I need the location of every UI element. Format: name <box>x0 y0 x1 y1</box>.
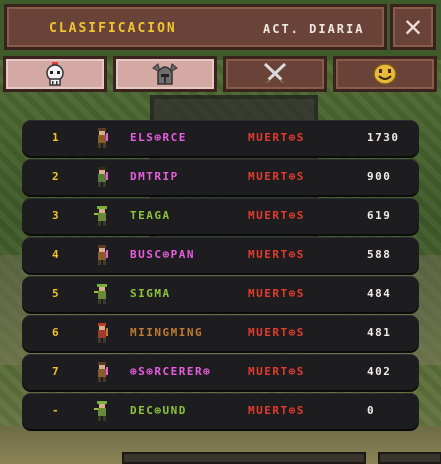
player-name: BUSC⊕PAN <box>130 248 195 261</box>
player-avatar-icon <box>98 167 108 187</box>
tab-kills[interactable] <box>3 56 107 92</box>
hud-bar-right <box>378 452 441 464</box>
player-status: MUERT⊕S <box>248 326 305 339</box>
horned-helmet-icon <box>152 63 178 85</box>
leaderboard-row[interactable]: 5 SIGMA MUERT⊕S 484 <box>22 276 419 312</box>
close-button[interactable]: ✕ <box>390 4 436 50</box>
rank-number: 1 <box>52 131 61 144</box>
player-avatar-icon <box>94 401 107 421</box>
tab-social[interactable] <box>333 56 437 92</box>
player-score: 588 <box>367 248 392 261</box>
player-status: MUERT⊕S <box>248 209 305 222</box>
player-status: MUERT⊕S <box>248 287 305 300</box>
player-score: 0 <box>367 404 376 417</box>
player-status: MUERT⊕S <box>248 248 305 261</box>
player-name: ⊕S⊕RCERER⊕ <box>130 365 212 378</box>
player-score: 619 <box>367 209 392 222</box>
smiley-face-icon <box>373 63 397 85</box>
leaderboard-row[interactable]: 7 ⊕S⊕RCERER⊕ MUERT⊕S 402 <box>22 354 419 390</box>
rank-number: 5 <box>52 287 61 300</box>
player-score: 481 <box>367 326 392 339</box>
rank-number: 3 <box>52 209 61 222</box>
rank-number: 4 <box>52 248 61 261</box>
leaderboard-title: CLASIFICACION <box>49 21 177 36</box>
player-name: ELS⊕RCE <box>130 131 187 144</box>
leaderboard-row[interactable]: 6 MIINGMING MUERT⊕S 481 <box>22 315 419 351</box>
leaderboard-row[interactable]: 2 DMTRIP MUERT⊕S 900 <box>22 159 419 195</box>
crossed-swords-icon <box>263 62 287 85</box>
hud-bar-left <box>122 452 366 464</box>
player-name: MIINGMING <box>130 326 204 339</box>
rank-number: - <box>52 404 61 417</box>
leaderboard-period: ACT. DIARIA <box>263 22 365 36</box>
player-score: 900 <box>367 170 392 183</box>
leaderboard-row-self[interactable]: - DEC⊕UND MUERT⊕S 0 <box>22 393 419 429</box>
player-score: 484 <box>367 287 392 300</box>
leaderboard-row[interactable]: 1 ELS⊕RCE MUERT⊕S 1730 <box>22 120 419 156</box>
rank-number: 2 <box>52 170 61 183</box>
player-avatar-icon <box>94 284 107 304</box>
leaderboard-header: CLASIFICACION ACT. DIARIA <box>4 4 387 50</box>
rank-number: 6 <box>52 326 61 339</box>
player-status: MUERT⊕S <box>248 131 305 144</box>
player-name: DMTRIP <box>130 170 179 183</box>
player-status: MUERT⊕S <box>248 404 305 417</box>
skull-icon <box>46 62 64 86</box>
player-score: 402 <box>367 365 392 378</box>
leaderboard-row[interactable]: 4 BUSC⊕PAN MUERT⊕S 588 <box>22 237 419 273</box>
close-icon: ✕ <box>403 9 423 44</box>
rank-number: 7 <box>52 365 61 378</box>
player-score: 1730 <box>367 131 400 144</box>
player-name: DEC⊕UND <box>130 404 187 417</box>
player-status: MUERT⊕S <box>248 365 305 378</box>
leaderboard-row[interactable]: 3 TEAGA MUERT⊕S 619 <box>22 198 419 234</box>
player-avatar-icon <box>98 245 108 265</box>
player-name: TEAGA <box>130 209 171 222</box>
category-tabs <box>0 56 441 92</box>
tab-warrior[interactable] <box>113 56 217 92</box>
player-avatar-icon <box>98 323 108 343</box>
player-avatar-icon <box>94 206 107 226</box>
player-avatar-icon <box>98 128 108 148</box>
tab-combat[interactable] <box>223 56 327 92</box>
player-name: SIGMA <box>130 287 171 300</box>
player-status: MUERT⊕S <box>248 170 305 183</box>
player-avatar-icon <box>98 362 108 382</box>
